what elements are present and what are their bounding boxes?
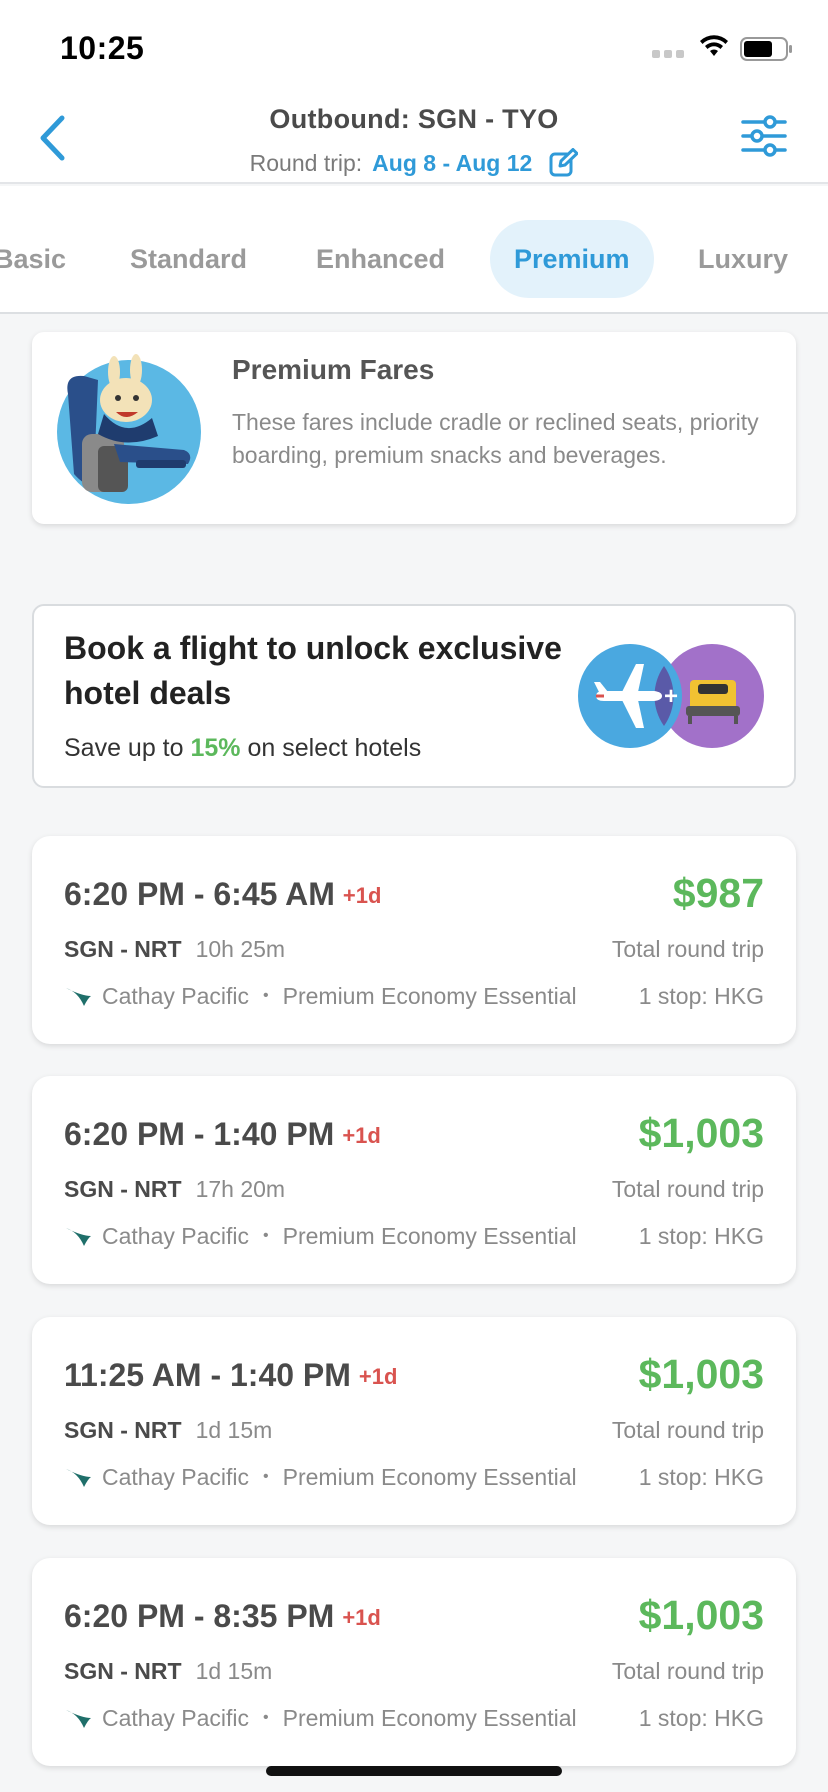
trip-dates[interactable]: Aug 8 - Aug 12: [372, 150, 532, 177]
flight-route: SGN - NRT: [64, 936, 182, 962]
page-title: Outbound: SGN - TYO: [269, 104, 559, 134]
fare-info-title: Premium Fares: [232, 354, 435, 385]
flight-route: SGN - NRT: [64, 1658, 182, 1684]
trip-summary: Round trip: Aug 8 - Aug 12: [0, 148, 828, 178]
tab-premium[interactable]: Premium: [490, 220, 654, 298]
hotel-deal-banner[interactable]: Book a flight to unlock exclusive hotel …: [32, 604, 796, 788]
price-note: Total round trip: [611, 936, 764, 962]
flight-result-card[interactable]: 6:20 PM - 1:40 PM +1d $1,003 SGN - NRT 17h…: [32, 1076, 796, 1284]
tab-luxury[interactable]: Luxury: [698, 220, 788, 298]
sliders-icon: [741, 115, 787, 157]
trip-type-label: Round trip:: [249, 149, 363, 176]
header: Outbound: SGN - TYO Round trip: Aug 8 - …: [0, 96, 828, 184]
promo-subtitle: Save up to 15% on select hotels: [64, 734, 421, 763]
wifi-icon: [700, 35, 728, 56]
day-offset-badge: +1d: [342, 1123, 381, 1148]
flight-meta-row: Cathay Pacific • Premium Economy Essenti…: [64, 982, 764, 1010]
tab-standard[interactable]: Standard: [130, 220, 247, 298]
route-row: SGN - NRT 1d 15m: [64, 1417, 272, 1444]
price-note: Total round trip: [611, 1658, 764, 1684]
tab-basic[interactable]: Basic: [0, 220, 66, 298]
departure-arrival-time: 11:25 AM - 1:40 PM: [64, 1357, 351, 1393]
flight-price: $1,003: [638, 1110, 764, 1156]
svg-text:+: +: [664, 683, 678, 710]
departure-arrival-time: 6:20 PM - 8:35 PM: [64, 1598, 335, 1634]
day-offset-badge: +1d: [358, 1364, 398, 1389]
flight-duration: 17h 20m: [195, 1176, 286, 1202]
stops-info: 1 stop: HKG: [638, 1704, 764, 1731]
flight-duration: 1d 15m: [195, 1417, 273, 1443]
flight-times: 6:20 PM - 1:40 PM +1d: [64, 1116, 381, 1153]
promo-sub-suffix: on select hotels: [247, 734, 422, 762]
flight-result-card[interactable]: 6:20 PM - 8:35 PM +1d $1,003 SGN - NRT 1d …: [32, 1558, 796, 1766]
separator-dot: •: [263, 987, 269, 1004]
flight-result-card[interactable]: 11:25 AM - 1:40 PM +1d $1,003 SGN - NRT 1d…: [32, 1317, 796, 1525]
flight-meta-row: Cathay Pacific • Premium Economy Essenti…: [64, 1704, 764, 1732]
status-bar: 10:25: [0, 0, 828, 96]
flight-plus-hotel-icon: +: [578, 644, 764, 748]
cathay-logo-icon: [66, 1228, 91, 1246]
departure-arrival-time: 6:20 PM - 6:45 AM: [64, 876, 335, 912]
route-row: SGN - NRT 10h 25m: [64, 936, 285, 963]
departure-arrival-time: 6:20 PM - 1:40 PM: [64, 1116, 335, 1152]
flight-meta-row: Cathay Pacific • Premium Economy Essenti…: [64, 1222, 764, 1250]
price-note: Total round trip: [611, 1417, 764, 1443]
promo-percent: 15%: [190, 734, 241, 762]
flight-times: 6:20 PM - 8:35 PM +1d: [64, 1598, 381, 1635]
fare-class: Premium Economy Essential: [282, 1704, 577, 1731]
separator-dot: •: [263, 1709, 269, 1726]
stops-info: 1 stop: HKG: [638, 982, 764, 1009]
fare-class: Premium Economy Essential: [282, 982, 577, 1009]
flight-meta-row: Cathay Pacific • Premium Economy Essenti…: [64, 1463, 764, 1491]
stops-info: 1 stop: HKG: [638, 1222, 764, 1249]
promo-sub-prefix: Save up to: [64, 734, 184, 762]
flight-result-card[interactable]: 6:20 PM - 6:45 AM +1d $987 SGN - NRT 10h 2…: [32, 836, 796, 1044]
edit-dates-button[interactable]: [548, 148, 579, 178]
flight-times: 6:20 PM - 6:45 AM +1d: [64, 876, 381, 913]
day-offset-badge: +1d: [342, 1605, 381, 1630]
fare-class: Premium Economy Essential: [282, 1222, 577, 1249]
stops-info: 1 stop: HKG: [638, 1463, 764, 1490]
fare-info-card: Premium Fares These fares include cradle…: [32, 332, 796, 524]
price-note: Total round trip: [611, 1176, 764, 1202]
status-time: 10:25: [60, 30, 145, 66]
flight-price: $1,003: [638, 1351, 764, 1397]
route-row: SGN - NRT 17h 20m: [64, 1176, 285, 1203]
fare-class: Premium Economy Essential: [282, 1463, 577, 1490]
cathay-logo-icon: [66, 1469, 91, 1487]
edit-icon: [549, 148, 579, 177]
airline-name: Cathay Pacific: [102, 982, 250, 1009]
cathay-logo-icon: [66, 988, 91, 1006]
separator-dot: •: [263, 1227, 269, 1244]
day-offset-badge: +1d: [342, 883, 382, 908]
route-row: SGN - NRT 1d 15m: [64, 1658, 272, 1685]
cellular-signal-icon: [652, 50, 684, 58]
flight-price: $987: [672, 870, 764, 916]
airline-name: Cathay Pacific: [102, 1463, 250, 1490]
flight-price: $1,003: [638, 1592, 764, 1638]
fare-tabs: Basic Standard Enhanced Premium Luxury: [0, 186, 828, 314]
cathay-logo-icon: [66, 1710, 91, 1728]
promo-title: Book a flight to unlock exclusive hotel …: [64, 630, 562, 711]
fare-info-description: These fares include cradle or reclined s…: [232, 409, 759, 468]
flight-duration: 10h 25m: [195, 936, 286, 962]
flight-times: 11:25 AM - 1:40 PM +1d: [64, 1357, 397, 1394]
airline-name: Cathay Pacific: [102, 1704, 250, 1731]
flight-route: SGN - NRT: [64, 1417, 182, 1443]
premium-seat-illustration: [57, 354, 201, 504]
flight-route: SGN - NRT: [64, 1176, 182, 1202]
separator-dot: •: [263, 1468, 269, 1485]
tab-enhanced[interactable]: Enhanced: [316, 220, 445, 298]
battery-icon: [740, 37, 792, 61]
filter-button[interactable]: [740, 112, 788, 160]
airline-name: Cathay Pacific: [102, 1222, 250, 1249]
home-indicator[interactable]: [266, 1766, 562, 1776]
flight-duration: 1d 15m: [195, 1658, 273, 1684]
